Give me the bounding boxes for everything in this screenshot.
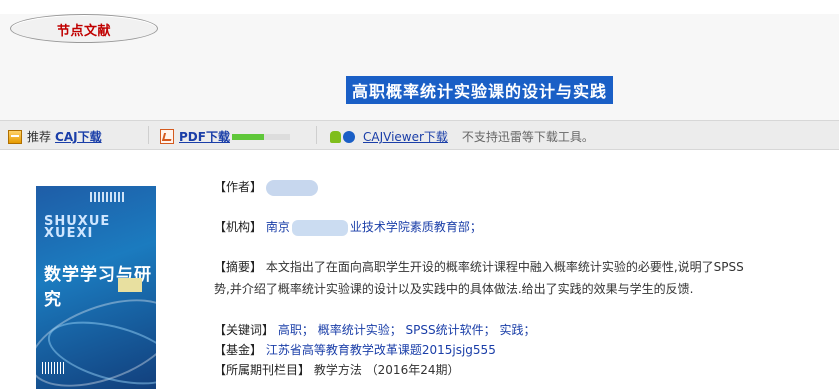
keyword-link[interactable]: 概率统计实验； (318, 323, 402, 337)
pdf-download-group: PDF下载 (160, 128, 290, 145)
pdf-file-icon (160, 129, 174, 144)
org-value-end[interactable]: 业技术学院素质教育部； (350, 220, 482, 234)
top-border (0, 0, 839, 15)
viewer-download-group: CAJViewer下载 不支持迅雷等下载工具。 (330, 128, 594, 145)
journal-column-value: 教学方法 （2016年24期） (313, 363, 460, 377)
title-container: 高职概率统计实验课的设计与实践 (0, 76, 839, 104)
author-label: 【作者】 (214, 180, 263, 194)
org-value-start[interactable]: 南京 (266, 220, 290, 234)
redacted-author (266, 179, 319, 196)
apple-icon (343, 130, 355, 143)
author-row: 【作者】 (214, 176, 319, 198)
download-note: 不支持迅雷等下载工具。 (461, 130, 594, 144)
org-row: 【机构】 南京 业技术学院素质教育部； (214, 216, 482, 238)
keyword-link[interactable]: SPSS统计软件； (406, 323, 496, 337)
journal-column-row: 【所属期刊栏目】 教学方法 （2016年24期） (214, 359, 459, 381)
keyword-link[interactable]: 高职； (278, 323, 314, 337)
divider (148, 126, 149, 144)
cover-title-en: SHUXUE XUEXI (44, 215, 110, 241)
abstract-continuation: 势,并介绍了概率统计实验课的设计以及实践中的具体做法.给出了实践的效果与学生的反… (214, 278, 693, 300)
journal-column-label: 【所属期刊栏目】 (214, 363, 311, 377)
journal-cover-image[interactable]: SHUXUE XUEXI 数学学习与研究 (36, 186, 156, 389)
pdf-download-link[interactable]: PDF下载 (179, 128, 230, 145)
section-tab-node-literature[interactable]: 节点文献 (10, 14, 158, 43)
pdf-download-progress-bar (231, 133, 290, 140)
cover-title-en-line2: XUEXI (44, 226, 94, 241)
cover-badge (118, 278, 142, 292)
divider (316, 126, 317, 144)
abstract-row: 【摘要】 本文指出了在面向高职学生开设的概率统计课程中融入概率统计实验的必要性,… (214, 256, 744, 278)
caj-file-icon (8, 129, 22, 144)
caj-download-link[interactable]: CAJ下载 (55, 128, 102, 145)
keywords-label: 【关键词】 (214, 323, 275, 337)
cover-decoration (90, 192, 126, 202)
abstract-label: 【摘要】 (214, 260, 263, 274)
cover-barcode (42, 362, 64, 374)
fund-value[interactable]: 江苏省高等教育教学改革课题2015jsjg555 (266, 343, 496, 357)
fund-row: 【基金】 江苏省高等教育教学改革课题2015jsjg555 (214, 339, 496, 361)
org-label: 【机构】 (214, 220, 263, 234)
redacted-org (291, 219, 348, 236)
recommend-label: 推荐 (27, 130, 52, 144)
article-title: 高职概率统计实验课的设计与实践 (345, 76, 613, 104)
fund-label: 【基金】 (214, 343, 263, 357)
keyword-link[interactable]: 实践； (499, 323, 535, 337)
cajviewer-download-link[interactable]: CAJViewer下载 (363, 128, 448, 145)
android-icon (330, 130, 341, 143)
section-tab-label: 节点文献 (56, 24, 111, 39)
caj-download-group: 推荐 CAJ下载 (8, 128, 102, 145)
keywords-row: 【关键词】 高职； 概率统计实验； SPSS统计软件； 实践； (214, 319, 535, 341)
abstract-line2: 势,并介绍了概率统计实验课的设计以及实践中的具体做法.给出了实践的效果与学生的反… (214, 282, 694, 296)
abstract-line1: 本文指出了在面向高职学生开设的概率统计课程中融入概率统计实验的必要性,说明了SP… (265, 260, 744, 274)
progress-fill (231, 133, 264, 140)
download-bar: 推荐 CAJ下载 PDF下载 CAJViewer下载 不支持迅雷等下载工具。 (0, 120, 839, 150)
